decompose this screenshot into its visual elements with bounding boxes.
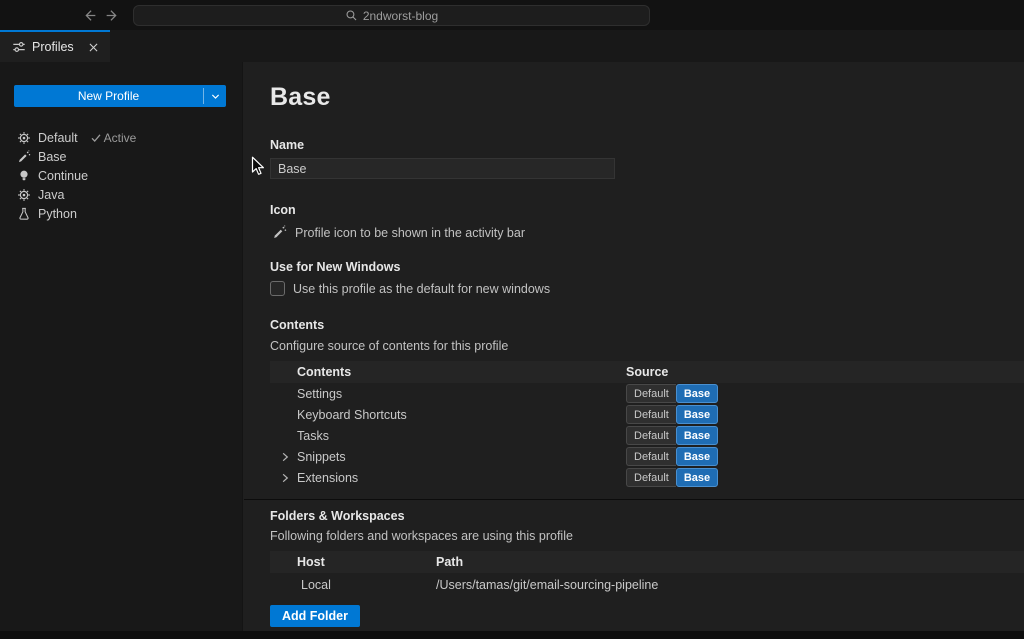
- tune-sliders-icon: [13, 42, 25, 52]
- new-profile-button[interactable]: New Profile: [14, 85, 226, 107]
- beaker-icon: [17, 207, 31, 221]
- profile-name-input[interactable]: [270, 158, 615, 179]
- folders-table: Host Path Local /Users/tamas/git/email-s…: [270, 551, 1024, 597]
- contents-row-keyboard-shortcuts: Keyboard Shortcuts Default Base: [270, 404, 1024, 425]
- profile-label: Python: [38, 206, 77, 221]
- vscode-window: 2ndworst-blog Profiles New Profile Defau…: [0, 0, 1024, 639]
- column-contents: Contents: [297, 365, 352, 379]
- pencil-icon: [17, 149, 31, 164]
- folders-section-description: Following folders and workspaces are usi…: [270, 529, 573, 543]
- name-section-label: Name: [270, 138, 305, 152]
- pencil-icon: [274, 225, 287, 238]
- source-base-button[interactable]: Base: [675, 405, 719, 424]
- command-center-text: 2ndworst-blog: [362, 8, 439, 23]
- titlebar: 2ndworst-blog: [0, 0, 1024, 30]
- contents-section-description: Configure source of contents for this pr…: [270, 339, 509, 353]
- profile-item-java[interactable]: Java: [0, 185, 242, 204]
- active-badge: Active: [91, 131, 136, 145]
- source-toggle: Default Base: [626, 447, 719, 466]
- close-icon[interactable]: [85, 39, 101, 55]
- tab-profiles[interactable]: Profiles: [0, 30, 110, 62]
- lightbulb-icon: [17, 169, 31, 183]
- column-source: Source: [626, 365, 669, 379]
- column-path: Path: [436, 555, 464, 569]
- contents-table-header: Contents Source: [270, 361, 1024, 383]
- source-base-button[interactable]: Base: [675, 426, 719, 445]
- contents-section-label: Contents: [270, 318, 325, 332]
- icon-section-description: Profile icon to be shown in the activity…: [295, 225, 525, 240]
- add-folder-button[interactable]: Add Folder: [270, 605, 360, 627]
- source-toggle: Default Base: [626, 384, 719, 403]
- new-windows-section-label: Use for New Windows: [270, 260, 401, 274]
- contents-row-snippets: Snippets Default Base: [270, 446, 1024, 467]
- chevron-right-icon[interactable]: [279, 472, 291, 484]
- folders-workspaces-section: Folders & Workspaces Following folders a…: [244, 499, 1024, 627]
- source-default-button[interactable]: Default: [626, 405, 676, 424]
- gear-icon: [17, 131, 31, 145]
- back-icon[interactable]: [81, 7, 98, 24]
- profile-item-continue[interactable]: Continue: [0, 166, 242, 185]
- source-default-button[interactable]: Default: [626, 384, 676, 403]
- folders-section-label: Folders & Workspaces: [270, 509, 405, 523]
- source-toggle: Default Base: [626, 426, 719, 445]
- profile-item-python[interactable]: Python: [0, 204, 242, 223]
- profiles-editor: New Profile Default Active Base Continue…: [0, 62, 1024, 631]
- gear-icon: [17, 188, 31, 202]
- source-base-button[interactable]: Base: [675, 468, 719, 487]
- contents-row-settings: Settings Default Base: [270, 383, 1024, 404]
- profile-list: Default Active Base Continue Java Python: [0, 128, 242, 223]
- search-icon: [346, 10, 357, 21]
- source-toggle: Default Base: [626, 468, 719, 487]
- page-title: Base: [270, 83, 331, 111]
- check-icon: [91, 133, 101, 142]
- tab-bar: Profiles: [0, 30, 1024, 62]
- profile-label: Default: [38, 130, 78, 145]
- profile-icon-picker[interactable]: Profile icon to be shown in the activity…: [270, 225, 1024, 240]
- chevron-right-icon[interactable]: [279, 451, 291, 463]
- icon-section-label: Icon: [270, 203, 296, 217]
- profile-item-base[interactable]: Base: [0, 147, 242, 166]
- profile-item-default[interactable]: Default Active: [0, 128, 242, 147]
- contents-row-extensions: Extensions Default Base: [270, 467, 1024, 488]
- contents-row-tasks: Tasks Default Base: [270, 425, 1024, 446]
- folder-row-local[interactable]: Local /Users/tamas/git/email-sourcing-pi…: [270, 573, 1024, 597]
- folder-host: Local: [301, 578, 331, 592]
- profiles-sidebar: New Profile Default Active Base Continue…: [0, 62, 243, 631]
- source-base-button[interactable]: Base: [675, 384, 719, 403]
- forward-icon[interactable]: [104, 7, 121, 24]
- profile-editor-main: Base Name Icon Profile icon to be shown …: [244, 62, 1024, 631]
- folders-table-header: Host Path: [270, 551, 1024, 573]
- new-profile-button-label[interactable]: New Profile: [14, 85, 203, 107]
- contents-table: Contents Source Settings Default Base Ke…: [270, 361, 1024, 488]
- source-default-button[interactable]: Default: [626, 447, 676, 466]
- source-default-button[interactable]: Default: [626, 468, 676, 487]
- window-bottom-edge: [0, 631, 1024, 639]
- default-for-new-windows-checkbox[interactable]: [270, 281, 285, 296]
- column-host: Host: [297, 555, 325, 569]
- command-center-search[interactable]: 2ndworst-blog: [133, 5, 650, 26]
- profile-label: Base: [38, 149, 67, 164]
- profile-label: Java: [38, 187, 65, 202]
- folder-path: /Users/tamas/git/email-sourcing-pipeline: [436, 578, 659, 592]
- source-base-button[interactable]: Base: [675, 447, 719, 466]
- source-default-button[interactable]: Default: [626, 426, 676, 445]
- tab-label: Profiles: [32, 40, 74, 54]
- source-toggle: Default Base: [626, 405, 719, 424]
- chevron-down-icon[interactable]: [204, 85, 226, 107]
- checkbox-label: Use this profile as the default for new …: [293, 281, 551, 296]
- profile-label: Continue: [38, 168, 89, 183]
